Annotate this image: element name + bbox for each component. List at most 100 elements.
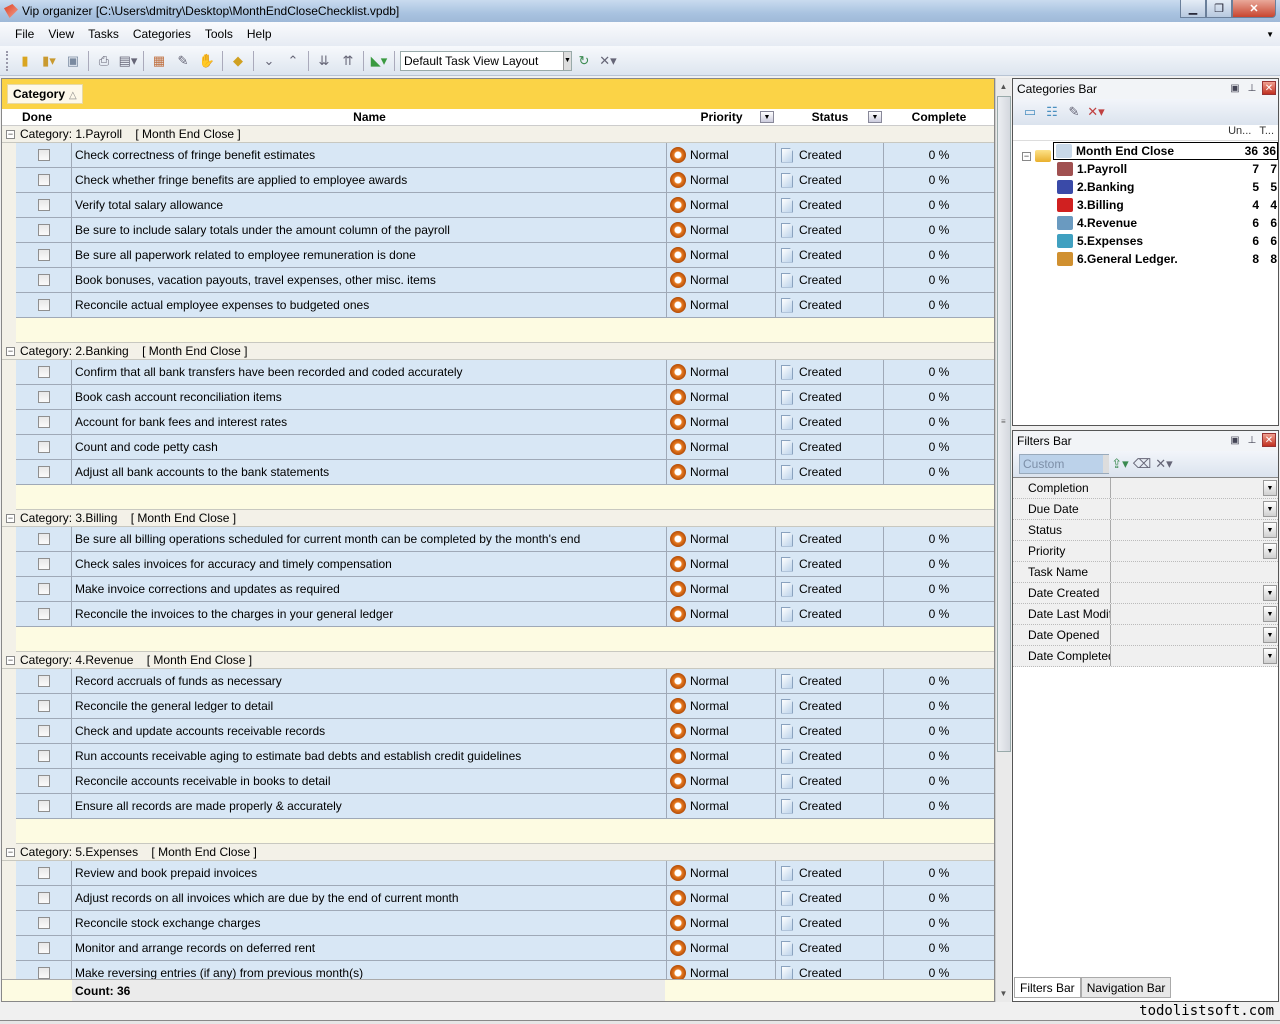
task-complete[interactable]: 0 %: [884, 435, 994, 459]
task-complete[interactable]: 0 %: [884, 719, 994, 743]
task-status[interactable]: Created: [799, 749, 842, 763]
done-checkbox[interactable]: [37, 441, 50, 453]
task-complete[interactable]: 0 %: [884, 669, 994, 693]
group-by-category-chip[interactable]: Category △: [7, 84, 83, 104]
task-name[interactable]: Verify total salary allowance: [72, 193, 667, 217]
task-priority[interactable]: Normal: [690, 465, 729, 479]
task-row[interactable]: Be sure all billing operations scheduled…: [16, 527, 994, 552]
task-name[interactable]: Record accruals of funds as necessary: [72, 669, 667, 693]
task-status[interactable]: Created: [799, 724, 842, 738]
open-database-icon[interactable]: ▮▾: [39, 51, 59, 71]
task-priority[interactable]: Normal: [690, 941, 729, 955]
delete-category-icon[interactable]: ✕▾: [1087, 102, 1105, 122]
task-priority[interactable]: Normal: [690, 966, 729, 980]
menu-view[interactable]: View: [41, 27, 81, 41]
task-complete[interactable]: 0 %: [884, 218, 994, 242]
column-header-done[interactable]: Done: [2, 109, 72, 125]
task-status[interactable]: Created: [799, 273, 842, 287]
task-priority[interactable]: Normal: [690, 173, 729, 187]
task-priority[interactable]: Normal: [690, 365, 729, 379]
chevron-down-icon[interactable]: ▼: [1263, 606, 1277, 622]
task-row[interactable]: Adjust records on all invoices which are…: [16, 886, 994, 911]
task-view-layout-select[interactable]: Default Task View Layout ▼: [400, 50, 572, 71]
task-complete[interactable]: 0 %: [884, 460, 994, 484]
task-complete[interactable]: 0 %: [884, 410, 994, 434]
task-status[interactable]: Created: [799, 866, 842, 880]
filter-value[interactable]: ▼: [1111, 625, 1278, 645]
category-item[interactable]: 6.General Ledger. 8 8: [1057, 250, 1278, 268]
priority-filter-button[interactable]: ▼: [760, 111, 774, 123]
task-status[interactable]: Created: [799, 198, 842, 212]
done-checkbox[interactable]: [37, 274, 50, 286]
task-row[interactable]: Verify total salary allowance Normal Cre…: [16, 193, 994, 218]
chevron-down-icon[interactable]: ▼: [1263, 501, 1277, 517]
filter-value[interactable]: ▼: [1111, 583, 1278, 603]
task-complete[interactable]: 0 %: [884, 744, 994, 768]
category-item[interactable]: 3.Billing 4 4: [1057, 196, 1278, 214]
collapse-icon[interactable]: −: [6, 847, 15, 857]
collapse-icon[interactable]: −: [6, 513, 15, 523]
task-row[interactable]: Adjust all bank accounts to the bank sta…: [16, 460, 994, 485]
done-checkbox[interactable]: [37, 558, 50, 570]
task-row[interactable]: Check and update accounts receivable rec…: [16, 719, 994, 744]
task-name[interactable]: Be sure all paperwork related to employe…: [72, 243, 667, 267]
done-checkbox[interactable]: [37, 775, 50, 787]
close-button[interactable]: ✕: [1232, 0, 1276, 18]
new-database-icon[interactable]: ▮: [15, 51, 35, 71]
done-checkbox[interactable]: [37, 725, 50, 737]
status-filter-button[interactable]: ▼: [868, 111, 882, 123]
task-status[interactable]: Created: [799, 390, 842, 404]
toolbar-grip[interactable]: [6, 50, 9, 71]
tab-navigation-bar[interactable]: Navigation Bar: [1080, 977, 1172, 998]
task-row[interactable]: Book bonuses, vacation payouts, travel e…: [16, 268, 994, 293]
task-status[interactable]: Created: [799, 248, 842, 262]
task-complete[interactable]: 0 %: [884, 911, 994, 935]
task-priority[interactable]: Normal: [690, 582, 729, 596]
task-name[interactable]: Confirm that all bank transfers have bee…: [72, 360, 667, 384]
done-checkbox[interactable]: [37, 675, 50, 687]
float-panel-icon[interactable]: ▣: [1228, 433, 1242, 447]
task-priority[interactable]: Normal: [690, 198, 729, 212]
done-checkbox[interactable]: [37, 149, 50, 161]
task-name[interactable]: Count and code petty cash: [72, 435, 667, 459]
column-header-name[interactable]: Name: [72, 109, 667, 125]
task-name[interactable]: Reconcile actual employee expenses to bu…: [72, 293, 667, 317]
delete-layout-icon[interactable]: ✕▾: [598, 51, 618, 71]
task-priority[interactable]: Normal: [690, 532, 729, 546]
task-complete[interactable]: 0 %: [884, 577, 994, 601]
print-icon[interactable]: ⎙: [94, 51, 114, 71]
chevron-down-icon[interactable]: ▼: [1263, 585, 1277, 601]
column-header-status[interactable]: Status ▼: [776, 109, 884, 125]
filter-value[interactable]: ▼: [1111, 541, 1278, 561]
task-complete[interactable]: 0 %: [884, 527, 994, 551]
task-row[interactable]: Reconcile the invoices to the charges in…: [16, 602, 994, 627]
task-complete[interactable]: 0 %: [884, 193, 994, 217]
task-priority[interactable]: Normal: [690, 223, 729, 237]
add-subcategory-icon[interactable]: ☷: [1043, 102, 1061, 122]
task-status[interactable]: Created: [799, 941, 842, 955]
task-row[interactable]: Reconcile the general ledger to detail N…: [16, 694, 994, 719]
task-name[interactable]: Adjust records on all invoices which are…: [72, 886, 667, 910]
task-complete[interactable]: 0 %: [884, 168, 994, 192]
category-item[interactable]: 5.Expenses 6 6: [1057, 232, 1278, 250]
task-complete[interactable]: 0 %: [884, 602, 994, 626]
save-database-icon[interactable]: ▣: [63, 51, 83, 71]
done-checkbox[interactable]: [37, 249, 50, 261]
task-name[interactable]: Book cash account reconciliation items: [72, 385, 667, 409]
task-complete[interactable]: 0 %: [884, 936, 994, 960]
column-header-priority[interactable]: Priority ▼: [667, 109, 776, 125]
task-status[interactable]: Created: [799, 674, 842, 688]
category-item[interactable]: 4.Revenue 6 6: [1057, 214, 1278, 232]
task-status[interactable]: Created: [799, 557, 842, 571]
done-checkbox[interactable]: [37, 224, 50, 236]
delete-filter-icon[interactable]: ✕▾: [1155, 454, 1173, 474]
task-name[interactable]: Ensure all records are made properly & a…: [72, 794, 667, 818]
task-complete[interactable]: 0 %: [884, 143, 994, 167]
task-complete[interactable]: 0 %: [884, 694, 994, 718]
move-top-icon[interactable]: ⇈: [338, 51, 358, 71]
close-panel-icon[interactable]: ✕: [1262, 81, 1276, 95]
task-name[interactable]: Reconcile the invoices to the charges in…: [72, 602, 667, 626]
column-header-complete[interactable]: Complete: [884, 109, 994, 125]
task-status[interactable]: Created: [799, 298, 842, 312]
task-complete[interactable]: 0 %: [884, 293, 994, 317]
